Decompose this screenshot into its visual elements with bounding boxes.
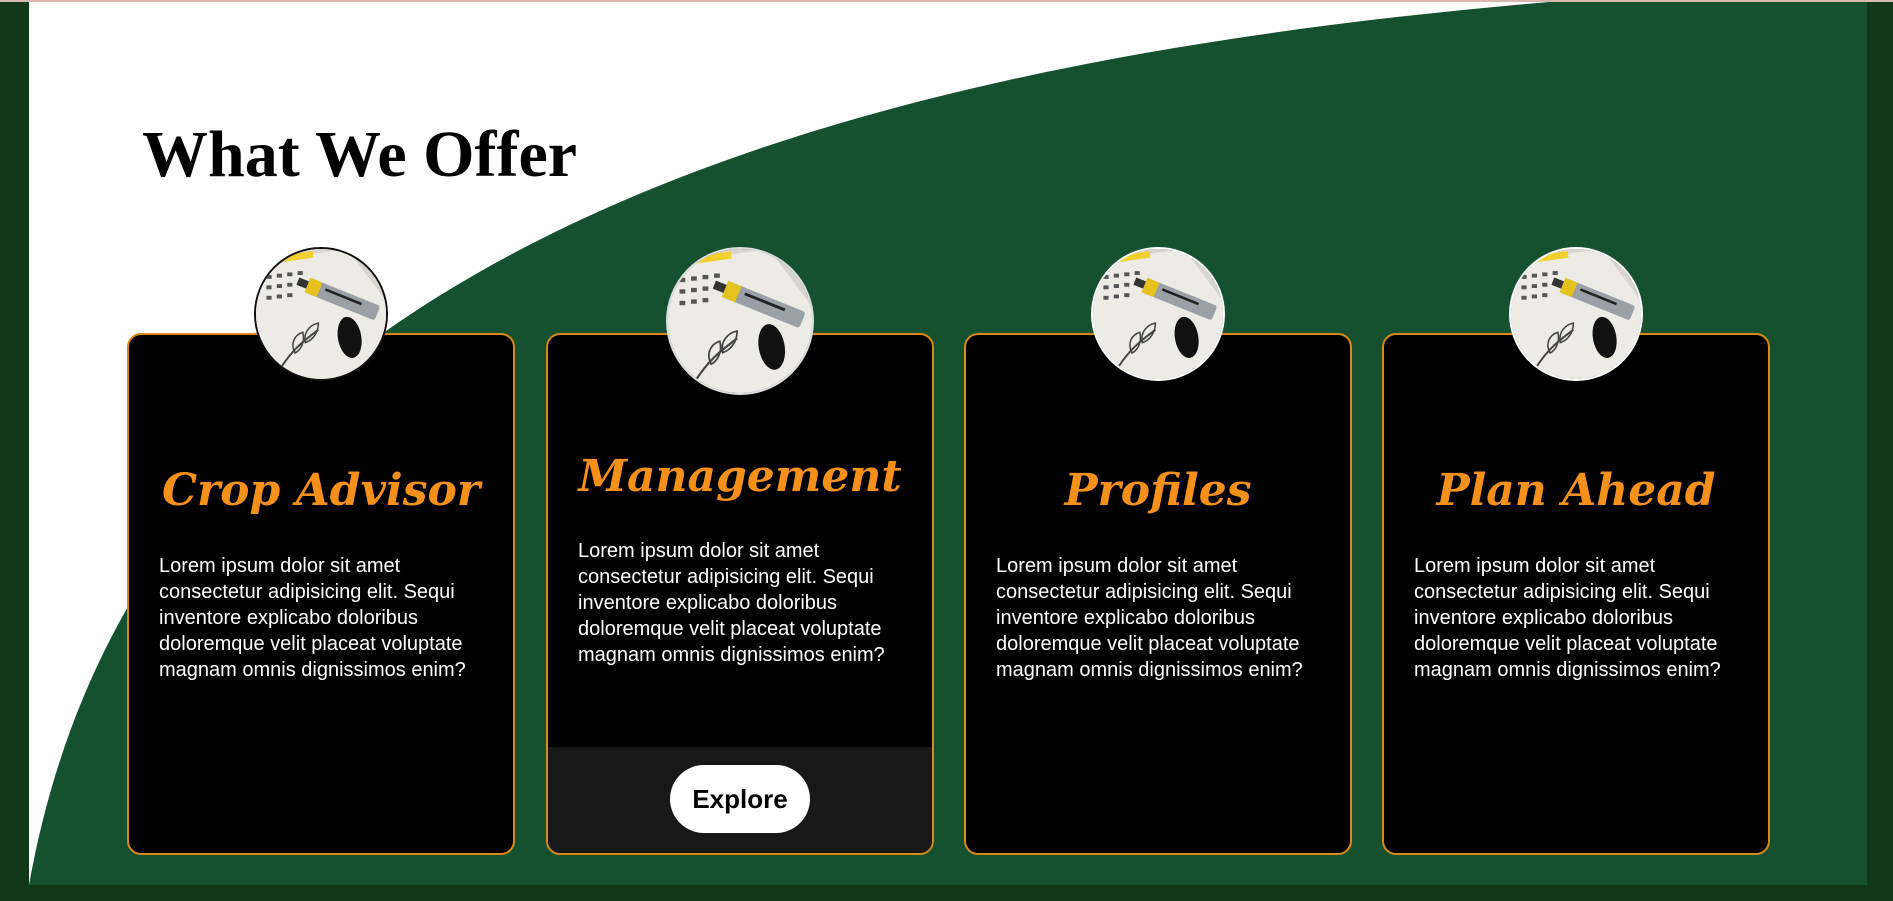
card-title: Plan Ahead [1436,465,1716,516]
card-image [254,247,388,381]
offer-section: What We Offer Crop Advisor Lorem ipsum d… [29,2,1867,885]
explore-button[interactable]: Explore [670,765,810,833]
card-profiles: Profiles Lorem ipsum dolor sit amet cons… [964,247,1352,855]
card-description: Lorem ipsum dolor sit amet consectetur a… [996,555,1303,681]
calendar-marker-photo-icon [1511,249,1641,379]
calendar-marker-photo-icon [256,249,386,379]
card-image [1509,247,1643,381]
card-crop-advisor: Crop Advisor Lorem ipsum dolor sit amet … [127,247,515,855]
calendar-marker-photo-icon [668,249,812,393]
calendar-marker-photo-icon [1093,249,1223,379]
card-plan-ahead: Plan Ahead Lorem ipsum dolor sit amet co… [1382,247,1770,855]
card-title: Profiles [1064,465,1252,516]
card-description: Lorem ipsum dolor sit amet consectetur a… [159,555,466,681]
card-title: Crop Advisor [161,465,481,516]
section-title: What We Offer [142,118,578,191]
card-image [666,247,814,395]
card-image [1091,247,1225,381]
explore-band: Explore [548,747,932,853]
card-description: Lorem ipsum dolor sit amet consectetur a… [578,540,885,666]
card-management: Management Lorem ipsum dolor sit amet co… [546,247,934,855]
card-description: Lorem ipsum dolor sit amet consectetur a… [1414,555,1721,681]
card-title: Management [578,451,902,502]
